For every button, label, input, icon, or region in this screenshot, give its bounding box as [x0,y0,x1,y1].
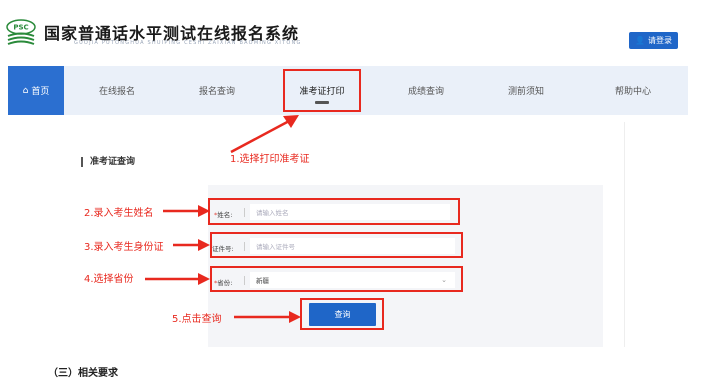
highlight-box-name [208,198,460,225]
login-label: 请登录 [647,36,672,45]
section-title: 准考证查询 [81,157,135,167]
annotation-step3: 3.录入考生身份证 [84,242,164,253]
highlight-box-query [300,298,384,330]
annotation-step2: 2.录入考生姓名 [84,208,154,219]
home-icon: ⌂ [22,85,29,96]
highlight-box-nav [283,69,361,112]
login-button[interactable]: 👤 请登录 [629,32,678,49]
arrow-step3-icon [173,239,210,251]
annotation-step5: 5.点击查询 [172,314,222,325]
user-icon: 👤 [635,36,645,45]
arrow-step4-icon [145,273,210,285]
arrow-step5-icon [234,311,301,323]
arrow-step2-icon [163,205,210,217]
nav-item-pre-test-notes[interactable]: 测前须知 [491,66,561,115]
highlight-box-id [210,232,463,258]
nav-item-score-query[interactable]: 成绩查询 [391,66,461,115]
nav-home-label: 首页 [31,87,50,97]
nav-item-registration-query[interactable]: 报名查询 [182,66,252,115]
logo-abbr: PSC [13,24,28,32]
annotation-step1: 1.选择打印准考证 [230,154,310,165]
site-subtitle: GUOJIA PUTONGHUA SHUIPING CESHI ZAIXIAN … [74,40,302,46]
nav-item-help-center[interactable]: 帮助中心 [598,66,668,115]
nav-item-home[interactable]: ⌂ 首页 [8,66,64,115]
annotation-step4: 4.选择省份 [84,274,134,285]
nav-item-online-registration[interactable]: 在线报名 [82,66,152,115]
psc-logo-icon: PSC [6,19,36,45]
highlight-box-province [210,266,463,292]
